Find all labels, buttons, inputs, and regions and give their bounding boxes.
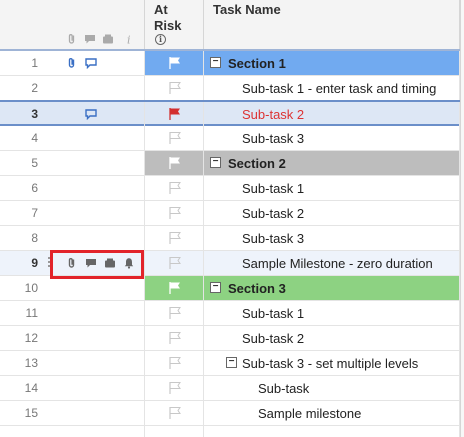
task-name-cell[interactable]: Sub-task 3 - set multiple levels — [242, 356, 418, 371]
row-number: 6 — [31, 181, 38, 195]
collapse-toggle[interactable]: − — [210, 157, 221, 168]
task-name-cell[interactable]: Sample Milestone - zero duration — [242, 256, 433, 271]
row-number: 1 — [31, 56, 38, 70]
flag-icon[interactable] — [168, 281, 182, 295]
flag-icon[interactable] — [168, 56, 182, 70]
task-name-cell[interactable]: Section 3 — [228, 281, 286, 296]
comment-icon — [85, 35, 95, 44]
row-number: 8 — [31, 231, 38, 245]
table-row[interactable]: 4 Sub-task 3 — [0, 126, 464, 151]
flag-icon[interactable] — [168, 81, 182, 95]
task-name-cell[interactable]: Sub-task 1 — [242, 181, 304, 196]
at-risk-label-line1: At — [154, 2, 168, 17]
task-name-cell[interactable]: Sample milestone — [258, 406, 361, 421]
annotation-highlight-box — [50, 250, 144, 279]
row-actions-header: i — [60, 0, 145, 49]
task-name-cell[interactable]: Section 1 — [228, 56, 286, 71]
at-risk-label-line2: Risk — [154, 18, 182, 33]
comment-icon[interactable] — [85, 108, 97, 120]
flag-icon[interactable] — [168, 131, 182, 145]
collapse-toggle[interactable]: − — [210, 57, 221, 68]
table-row[interactable] — [0, 426, 464, 437]
flag-icon[interactable] — [168, 156, 182, 170]
task-name-cell[interactable]: Sub-task 1 - enter task and timing — [242, 81, 436, 96]
table-row[interactable]: 15 Sample milestone — [0, 401, 464, 426]
table-row[interactable]: 7 Sub-task 2 — [0, 201, 464, 226]
row-number: 3 — [31, 107, 38, 121]
task-name-cell[interactable]: Sub-task 3 — [242, 131, 304, 146]
table-row[interactable]: 1 − Section 1 — [0, 51, 464, 76]
table-row[interactable]: 12 Sub-task 2 — [0, 326, 464, 351]
table-row[interactable]: 5 − Section 2 — [0, 151, 464, 176]
row-number: 14 — [24, 381, 38, 395]
row-number: 15 — [24, 406, 38, 420]
column-info-icon[interactable]: i — [155, 34, 166, 45]
flag-icon[interactable] — [168, 306, 182, 320]
flag-icon[interactable] — [168, 381, 182, 395]
table-row[interactable]: 8 Sub-task 3 — [0, 226, 464, 251]
row-number: 7 — [31, 206, 38, 220]
table-row[interactable]: 2 Sub-task 1 - enter task and timing — [0, 76, 464, 101]
flag-icon[interactable] — [168, 256, 182, 270]
table-row-selected[interactable]: 3 Sub-task 2 — [0, 100, 464, 126]
at-risk-column-header[interactable]: At Risk i — [145, 0, 204, 49]
flag-icon[interactable] — [168, 206, 182, 220]
row-number-header — [0, 0, 60, 49]
task-name-cell[interactable]: Section 2 — [228, 156, 286, 171]
collapse-toggle[interactable]: − — [226, 357, 237, 368]
comment-icon[interactable] — [85, 57, 97, 69]
collapse-toggle[interactable]: − — [210, 282, 221, 293]
task-name-cell[interactable]: Sub-task 2 — [242, 206, 304, 221]
task-name-cell[interactable]: Sub-task 2 — [242, 107, 304, 122]
task-name-cell[interactable]: Sub-task 3 — [242, 231, 304, 246]
table-row[interactable]: 11 Sub-task 1 — [0, 301, 464, 326]
attachment-icon — [68, 34, 75, 44]
info-icon: i — [127, 34, 131, 46]
task-name-cell[interactable]: Sub-task — [258, 381, 309, 396]
svg-text:i: i — [127, 34, 131, 46]
row-number: 12 — [24, 331, 38, 345]
table-row[interactable]: 13 − Sub-task 3 - set multiple levels — [0, 351, 464, 376]
attachment-icon[interactable] — [66, 57, 78, 69]
row-number: 2 — [31, 81, 38, 95]
row-number: 9 — [31, 256, 38, 270]
table-row[interactable]: 6 Sub-task 1 — [0, 176, 464, 201]
sheet-grid: i At Risk i Task Name 1 − Section 1 2 Su… — [0, 0, 464, 437]
flag-icon[interactable] — [168, 181, 182, 195]
task-name-column-header[interactable]: Task Name — [204, 0, 460, 49]
flag-icon[interactable] — [168, 331, 182, 345]
flag-icon[interactable] — [168, 231, 182, 245]
at-risk-flag-icon[interactable] — [168, 107, 182, 121]
row-number: 10 — [24, 281, 38, 295]
row-number: 5 — [31, 156, 38, 170]
task-name-label: Task Name — [213, 2, 281, 17]
flag-icon[interactable] — [168, 406, 182, 420]
row-number: 11 — [25, 306, 38, 320]
row-number: 4 — [31, 131, 38, 145]
table-row[interactable]: 10 − Section 3 — [0, 276, 464, 301]
proof-icon — [103, 34, 113, 44]
flag-icon[interactable] — [168, 356, 182, 370]
task-name-cell[interactable]: Sub-task 2 — [242, 331, 304, 346]
task-name-cell[interactable]: Sub-task 1 — [242, 306, 304, 321]
row-number: 13 — [24, 356, 38, 370]
column-header-row: i At Risk i Task Name — [0, 0, 464, 51]
table-row[interactable]: 14 Sub-task — [0, 376, 464, 401]
grid-right-edge — [460, 0, 464, 437]
